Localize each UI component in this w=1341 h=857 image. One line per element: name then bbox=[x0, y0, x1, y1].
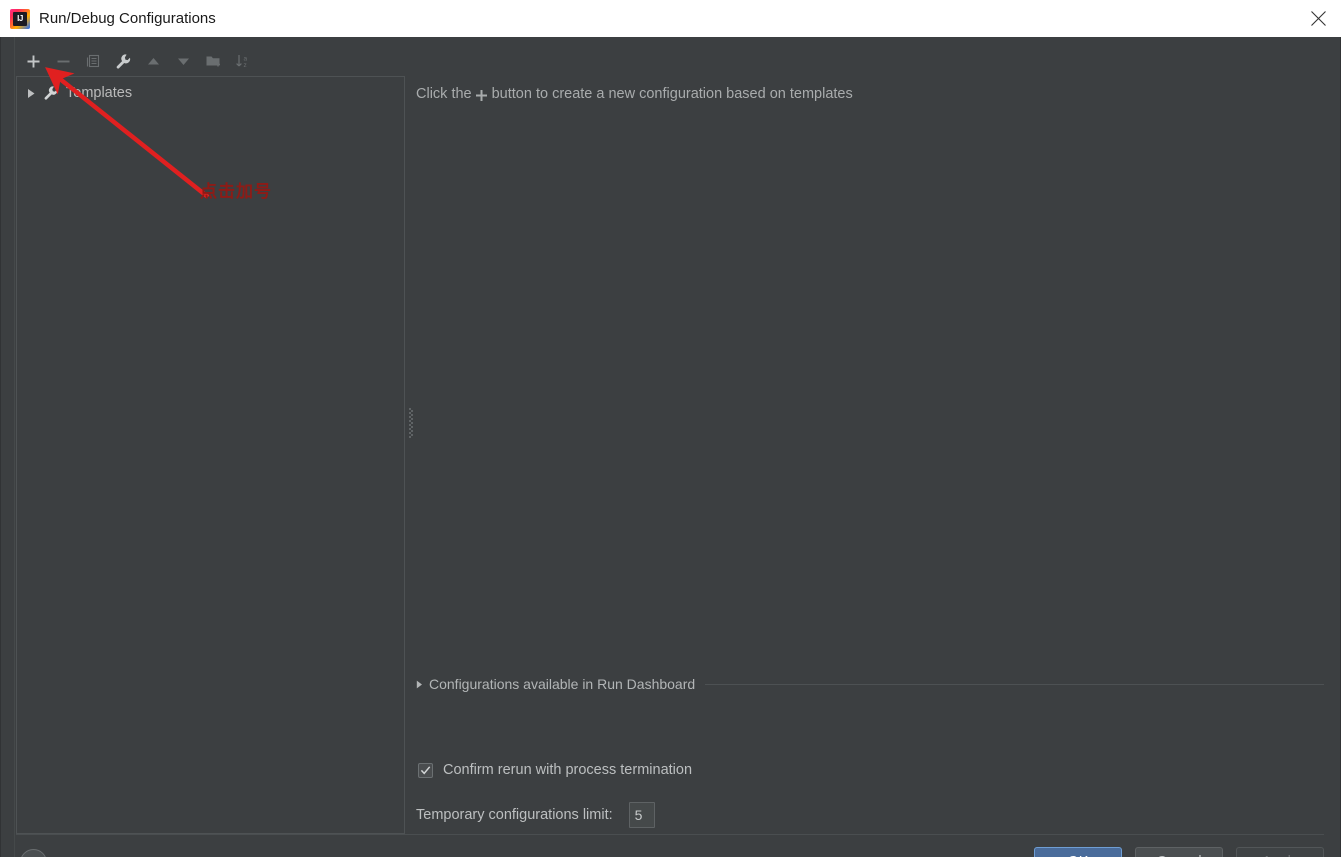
window-titlebar: IJ Run/Debug Configurations bbox=[0, 0, 1341, 37]
dialog-content: a z Templates Click the button to create… bbox=[0, 37, 1341, 857]
run-debug-configurations-dialog: IJ Run/Debug Configurations a z Template… bbox=[0, 0, 1341, 857]
dialog-inner-edge bbox=[14, 37, 15, 857]
group-separator-line bbox=[705, 683, 1324, 685]
sort-az-icon: a z bbox=[235, 53, 252, 70]
annotation-label: 点击加号 bbox=[200, 182, 272, 202]
tree-item-templates[interactable]: Templates bbox=[17, 82, 404, 104]
ok-button[interactable]: OK bbox=[1034, 847, 1122, 857]
footer-button-row: OK Cancel Apply bbox=[1034, 847, 1324, 857]
copy-icon bbox=[85, 53, 101, 69]
temporary-limit-label: Temporary configurations limit: bbox=[416, 807, 613, 823]
copy-configuration-button[interactable] bbox=[78, 48, 108, 74]
add-configuration-button[interactable] bbox=[18, 48, 48, 74]
wrench-icon bbox=[42, 84, 60, 102]
footer-divider bbox=[16, 834, 1324, 835]
plus-icon bbox=[26, 54, 41, 69]
confirm-rerun-checkbox[interactable]: Confirm rerun with process termination bbox=[418, 762, 692, 778]
hint-suffix-label: button to create a new configuration bas… bbox=[491, 86, 853, 102]
folder-add-icon bbox=[205, 53, 222, 70]
move-up-button[interactable] bbox=[138, 48, 168, 74]
configurations-toolbar: a z bbox=[18, 47, 258, 75]
arrow-down-icon bbox=[176, 54, 191, 69]
svg-text:z: z bbox=[243, 62, 246, 69]
panel-splitter-handle[interactable] bbox=[407, 407, 414, 439]
window-title: Run/Debug Configurations bbox=[39, 10, 216, 27]
temporary-limit-input[interactable] bbox=[628, 802, 655, 828]
cancel-button[interactable]: Cancel bbox=[1135, 847, 1223, 857]
plus-icon bbox=[472, 87, 492, 103]
hint-prefix-label: Click the bbox=[416, 86, 472, 102]
wrench-icon bbox=[115, 53, 132, 70]
move-into-folder-button[interactable] bbox=[198, 48, 228, 74]
temporary-configurations-limit-row: Temporary configurations limit: bbox=[416, 802, 655, 828]
intellij-idea-icon: IJ bbox=[10, 8, 30, 29]
sort-configurations-button[interactable]: a z bbox=[228, 48, 258, 74]
arrow-up-icon bbox=[146, 54, 161, 69]
apply-button: Apply bbox=[1236, 847, 1324, 857]
check-icon bbox=[418, 762, 433, 778]
remove-configuration-button[interactable] bbox=[48, 48, 78, 74]
run-dashboard-group-header[interactable]: Configurations available in Run Dashboar… bbox=[416, 675, 1324, 693]
minus-icon bbox=[56, 54, 71, 69]
empty-state-hint: Click the button to create a new configu… bbox=[416, 86, 853, 102]
help-button[interactable]: ? bbox=[20, 849, 47, 857]
confirm-rerun-label: Confirm rerun with process termination bbox=[443, 762, 693, 778]
tree-item-label: Templates bbox=[66, 85, 133, 101]
move-down-button[interactable] bbox=[168, 48, 198, 74]
edit-templates-button[interactable] bbox=[108, 48, 138, 74]
dialog-left-edge bbox=[0, 37, 1, 857]
close-icon[interactable] bbox=[1295, 0, 1341, 37]
triangle-right-icon[interactable] bbox=[416, 677, 429, 691]
triangle-right-icon[interactable] bbox=[20, 82, 42, 104]
run-dashboard-group-label: Configurations available in Run Dashboar… bbox=[429, 676, 696, 692]
